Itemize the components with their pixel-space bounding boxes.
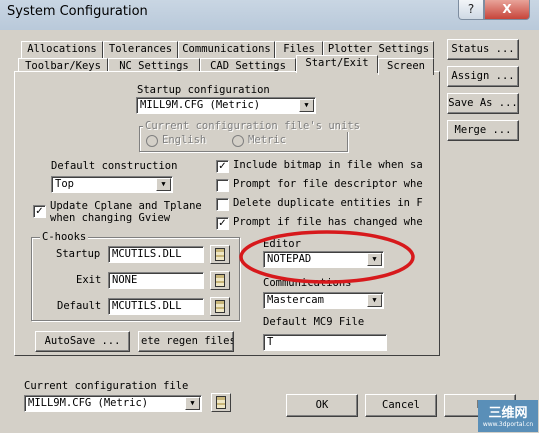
- delete-duplicates-checkbox[interactable]: [216, 198, 229, 211]
- browse-current-config-button[interactable]: [211, 393, 231, 412]
- default-construction-label: Default construction: [51, 160, 178, 172]
- units-group-title: Current configuration file's units: [143, 120, 362, 132]
- metric-radio-label: Metric: [248, 134, 286, 146]
- browse-default-button[interactable]: [210, 297, 230, 316]
- highlight-ellipse-shape: [239, 230, 415, 284]
- close-button[interactable]: X: [484, 0, 530, 20]
- default-construction-select[interactable]: Top ▼: [51, 176, 173, 193]
- delete-duplicates-label: Delete duplicate entities in Fil: [233, 197, 423, 209]
- assign-button[interactable]: Assign ...: [447, 66, 519, 87]
- startup-config-label: Startup configuration: [137, 84, 270, 96]
- button-label: ete regen files: [141, 335, 234, 347]
- autosave-button[interactable]: AutoSave ...: [35, 331, 130, 352]
- tab-label: Screen: [387, 60, 425, 72]
- button-label: Cancel: [382, 399, 420, 411]
- tab-label: Communications: [182, 43, 271, 55]
- browse-exit-button[interactable]: [210, 271, 230, 290]
- browse-startup-button[interactable]: [210, 245, 230, 264]
- communications-select[interactable]: Mastercam ▼: [263, 292, 384, 309]
- highlight-ellipse: [239, 230, 415, 284]
- tab-screen[interactable]: Screen: [378, 58, 434, 75]
- chevron-down-icon: ▼: [367, 294, 382, 307]
- button-label: Merge ...: [454, 124, 512, 136]
- chevron-down-icon: ▼: [299, 99, 314, 112]
- english-radio[interactable]: [146, 135, 158, 147]
- chooks-exit-input[interactable]: NONE: [108, 272, 204, 289]
- file-browse-icon: [215, 248, 225, 261]
- english-radio-label: English: [162, 134, 207, 146]
- current-config-select[interactable]: MILL9M.CFG (Metric) ▼: [24, 395, 202, 412]
- update-cplane-checkbox[interactable]: ✓: [33, 205, 46, 218]
- watermark-main: 三维网: [488, 406, 528, 421]
- metric-radio[interactable]: [232, 135, 244, 147]
- chooks-startup-input[interactable]: MCUTILS.DLL: [108, 246, 204, 263]
- chooks-startup-value: MCUTILS.DLL: [112, 248, 182, 260]
- prompt-changed-label: Prompt if file has changed when: [233, 216, 423, 228]
- file-browse-icon: [215, 300, 225, 313]
- chooks-default-value: MCUTILS.DLL: [112, 300, 182, 312]
- include-bitmap-label: Include bitmap in file when savi: [233, 159, 423, 171]
- button-label: OK: [315, 399, 329, 411]
- save-as-button[interactable]: Save As ...: [447, 93, 519, 114]
- file-browse-icon: [216, 396, 226, 409]
- startup-config-select[interactable]: MILL9M.CFG (Metric) ▼: [136, 97, 316, 114]
- chooks-exit-label: Exit: [76, 274, 102, 286]
- close-icon: X: [502, 2, 512, 16]
- tab-label: Tolerances: [108, 43, 173, 55]
- tab-communications[interactable]: Communications: [178, 41, 275, 58]
- tab-label: Allocations: [27, 43, 97, 55]
- tab-label: Files: [283, 43, 315, 55]
- cancel-button[interactable]: Cancel: [365, 394, 437, 417]
- update-cplane-label-line1: Update Cplane and Tplane: [50, 200, 202, 212]
- default-mc9-input[interactable]: T: [263, 334, 387, 351]
- update-cplane-label-line2: when changing Gview: [50, 212, 171, 224]
- current-config-label: Current configuration file: [24, 380, 189, 392]
- include-bitmap-checkbox[interactable]: ✓: [216, 160, 229, 173]
- chooks-exit-value: NONE: [112, 274, 138, 286]
- tab-tolerances[interactable]: Tolerances: [103, 41, 178, 58]
- button-label: Assign ...: [451, 70, 515, 82]
- tab-label: Start/Exit: [305, 57, 369, 69]
- default-mc9-label: Default MC9 File: [263, 316, 365, 328]
- help-title-button[interactable]: ?: [458, 0, 484, 20]
- watermark-sub: www.3dportal.cn: [482, 421, 534, 428]
- button-label: AutoSave ...: [44, 335, 121, 347]
- tab-start-exit[interactable]: Start/Exit: [296, 55, 378, 73]
- ok-button[interactable]: OK: [286, 394, 358, 417]
- checkmark-icon: ✓: [218, 218, 227, 229]
- default-mc9-value: T: [267, 336, 274, 348]
- prompt-descriptor-label: Prompt for file descriptor when: [233, 178, 423, 190]
- title-bar[interactable]: System Configuration ? X: [0, 0, 539, 26]
- default-construction-value: Top: [55, 178, 74, 190]
- button-label: Save As ...: [448, 97, 518, 109]
- watermark-logo: 三维网 www.3dportal.cn: [478, 400, 538, 432]
- prompt-descriptor-checkbox[interactable]: [216, 179, 229, 192]
- checkmark-icon: ✓: [218, 161, 227, 172]
- startup-config-value: MILL9M.CFG (Metric): [140, 99, 261, 111]
- communications-value: Mastercam: [267, 294, 324, 306]
- merge-button[interactable]: Merge ...: [447, 120, 519, 141]
- help-icon: ?: [467, 2, 475, 16]
- file-browse-icon: [215, 274, 225, 287]
- tab-allocations[interactable]: Allocations: [21, 41, 103, 58]
- chooks-group-title: C-hooks: [40, 231, 89, 243]
- tab-label: Plotter Settings: [327, 43, 430, 55]
- chooks-default-input[interactable]: MCUTILS.DLL: [108, 298, 204, 315]
- chevron-down-icon: ▼: [156, 178, 171, 191]
- checkmark-icon: ✓: [35, 206, 44, 217]
- status-button[interactable]: Status ...: [447, 39, 519, 60]
- delete-regen-files-button[interactable]: ete regen files: [138, 331, 234, 352]
- chooks-startup-label: Startup: [56, 248, 101, 260]
- window-title: System Configuration: [7, 4, 148, 19]
- prompt-changed-checkbox[interactable]: ✓: [216, 217, 229, 230]
- chooks-default-label: Default: [57, 300, 102, 312]
- chevron-down-icon: ▼: [185, 397, 200, 410]
- current-config-value: MILL9M.CFG (Metric): [28, 397, 149, 409]
- button-label: Status ...: [451, 43, 515, 55]
